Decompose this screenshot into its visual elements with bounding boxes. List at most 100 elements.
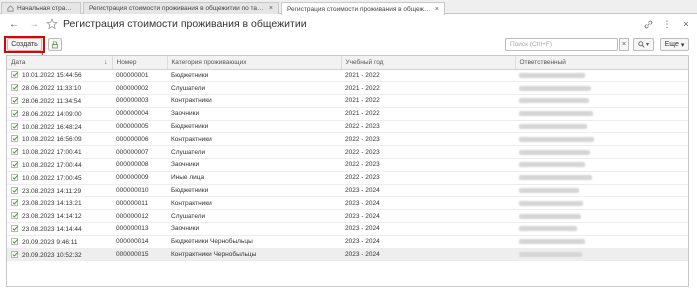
cell-year: 2022 - 2023 xyxy=(341,158,515,172)
cell-number: 000000012 xyxy=(112,209,167,224)
table-row[interactable]: 10.08.2022 17:00:44 000000008 Заочники 2022… xyxy=(7,158,688,172)
tab-close-icon[interactable]: × xyxy=(435,6,439,13)
cell-year: 2021 - 2022 xyxy=(341,69,515,83)
redacted-text xyxy=(519,187,579,193)
favorite-star-icon[interactable] xyxy=(46,18,58,30)
table-row[interactable]: 23.08.2023 14:14:44 000000013 Заочники 2023… xyxy=(7,222,688,236)
redacted-text xyxy=(519,149,590,155)
cell-date: 10.08.2022 17:00:45 xyxy=(7,171,112,185)
page-title: Регистрация стоимости проживания в общеж… xyxy=(63,18,307,30)
cell-date: 28.06.2022 14:09:00 xyxy=(7,107,112,121)
cell-category: Слушатели xyxy=(167,145,341,160)
cell-responsible xyxy=(515,132,688,147)
search-icon xyxy=(638,41,645,48)
table-row[interactable]: 28.06.2022 14:09:00 000000004 Заочники 2021… xyxy=(7,107,688,121)
search-input[interactable] xyxy=(505,38,618,51)
table-row[interactable]: 10.08.2022 16:48:24 000000005 Бюджетники 20… xyxy=(7,120,688,134)
redacted-text xyxy=(519,123,587,129)
cell-category: Контрактники xyxy=(167,132,341,147)
table-row[interactable]: 23.08.2023 14:14:12 000000012 Слушатели 202… xyxy=(7,209,688,224)
tab-registration-active[interactable]: Регистрация стоимости проживания в общеж… xyxy=(281,2,445,15)
column-header-year[interactable]: Учебный год xyxy=(341,56,516,70)
cell-number: 000000007 xyxy=(112,145,167,160)
tab-close-icon[interactable]: × xyxy=(269,5,273,12)
cell-responsible xyxy=(515,94,688,108)
back-arrow-icon[interactable]: ← xyxy=(8,19,20,31)
sort-descending-icon: ↓ xyxy=(104,58,108,66)
more-button[interactable]: Еще ▾ xyxy=(660,38,689,51)
cell-number: 000000003 xyxy=(112,94,167,108)
cell-responsible xyxy=(515,209,688,224)
cell-responsible xyxy=(515,107,688,121)
cell-year: 2023 - 2024 xyxy=(341,248,515,262)
table-row[interactable]: 28.06.2022 11:33:10 000000002 Слушатели 202… xyxy=(7,81,688,96)
cell-number: 000000010 xyxy=(112,184,167,198)
chevron-down-icon: ▾ xyxy=(645,42,649,48)
table-row[interactable]: 20.09.2023 9:46:11 000000014 Бюджетники Че… xyxy=(7,235,688,249)
cell-category: Заочники xyxy=(167,222,341,236)
cell-date: 20.09.2023 9:46:11 xyxy=(7,235,112,249)
cell-date: 10.08.2022 16:48:24 xyxy=(7,120,112,134)
cell-year: 2023 - 2024 xyxy=(341,196,515,211)
cell-date: 10.01.2022 15:44:56 xyxy=(7,69,112,83)
cell-responsible xyxy=(515,158,688,172)
cell-category: Заочники xyxy=(167,158,341,172)
document-posted-icon xyxy=(11,250,19,258)
cell-year: 2022 - 2023 xyxy=(341,132,515,147)
redacted-text xyxy=(519,239,585,245)
cell-year: 2023 - 2024 xyxy=(341,235,515,249)
link-icon[interactable] xyxy=(643,19,653,30)
table-row[interactable]: 23.08.2023 14:13:21 000000011 Контрактники… xyxy=(7,196,688,211)
print-icon xyxy=(52,41,58,48)
home-icon xyxy=(7,5,14,12)
cell-category: Заочники xyxy=(167,107,341,121)
cell-number: 000000004 xyxy=(112,107,167,121)
table-row[interactable]: 20.09.2023 10:52:32 000000015 Контрактники… xyxy=(7,248,688,262)
tab-bar: Начальная страница Регистрация стоимости… xyxy=(0,0,697,15)
more-actions-icon[interactable]: ⋮ xyxy=(662,19,672,30)
forward-arrow-icon[interactable]: → xyxy=(28,19,40,31)
cell-responsible xyxy=(515,235,688,249)
document-posted-icon xyxy=(11,148,19,155)
search-button[interactable]: ▾ xyxy=(633,38,654,51)
print-button[interactable] xyxy=(48,38,62,51)
document-posted-icon xyxy=(11,97,19,104)
cell-category: Контрактники Чернобыльцы xyxy=(167,248,341,262)
cell-responsible xyxy=(515,81,688,96)
tab-home[interactable]: Начальная страница xyxy=(1,2,81,14)
cell-number: 000000015 xyxy=(112,248,167,262)
column-header-number[interactable]: Номер xyxy=(112,56,168,70)
cell-date: 10.08.2022 16:56:09 xyxy=(7,132,112,147)
table-row[interactable]: 23.08.2023 14:11:29 000000010 Бюджетники 20… xyxy=(7,184,688,198)
cell-date: 10.08.2022 17:00:41 xyxy=(7,145,112,160)
table-row[interactable]: 28.06.2022 11:34:54 000000003 Контрактники… xyxy=(7,94,688,108)
cell-number: 000000006 xyxy=(112,132,167,147)
document-posted-icon xyxy=(11,135,19,143)
redacted-text xyxy=(519,200,583,206)
document-posted-icon xyxy=(11,199,19,207)
tab-home-label: Начальная страница xyxy=(17,5,75,12)
table-row[interactable]: 10.08.2022 16:56:09 000000006 Контрактники… xyxy=(7,132,688,147)
cell-responsible xyxy=(515,171,688,185)
document-posted-icon xyxy=(11,109,19,117)
search-clear-button[interactable]: × xyxy=(619,38,629,51)
close-icon[interactable]: × xyxy=(681,19,691,30)
registrations-table[interactable]: Дата ↓ Номер Категория проживающих Учебн… xyxy=(6,55,689,287)
cell-year: 2021 - 2022 xyxy=(341,81,515,96)
column-header-category[interactable]: Категория проживающих xyxy=(167,56,342,70)
cell-date: 28.06.2022 11:33:10 xyxy=(7,81,112,96)
redacted-text xyxy=(519,213,581,219)
table-row[interactable]: 10.08.2022 17:00:45 000000009 Иные лица 202… xyxy=(7,171,688,185)
column-header-date[interactable]: Дата ↓ xyxy=(7,56,113,70)
column-header-responsible[interactable]: Ответственный xyxy=(515,56,688,70)
redacted-text xyxy=(519,226,577,232)
tab-registration-label: Регистрация стоимости проживания в общеж… xyxy=(287,5,432,13)
table-row[interactable]: 10.01.2022 15:44:56 000000001 Бюджетники 20… xyxy=(7,69,688,83)
table-row[interactable]: 10.08.2022 17:00:41 000000007 Слушатели 202… xyxy=(7,145,688,160)
cell-year: 2023 - 2024 xyxy=(341,222,515,236)
cell-year: 2022 - 2023 xyxy=(341,145,515,160)
redacted-text xyxy=(519,72,585,78)
tab-tariff-registration[interactable]: Регистрация стоимости проживания в общеж… xyxy=(83,2,279,14)
cell-number: 000000005 xyxy=(112,120,167,134)
cell-date: 23.08.2023 14:14:12 xyxy=(7,209,112,224)
